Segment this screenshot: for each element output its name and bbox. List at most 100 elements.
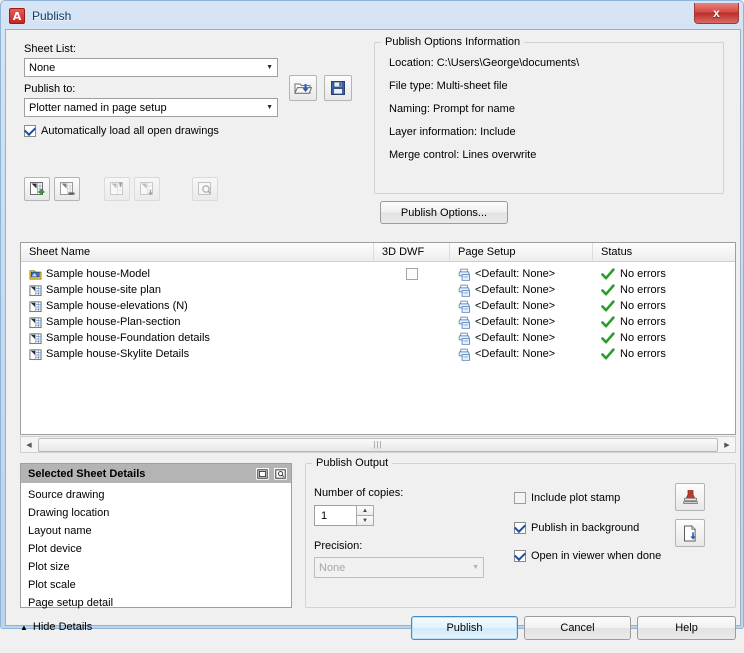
open-in-viewer-checkbox[interactable]: Open in viewer when done xyxy=(514,550,661,562)
sheet-list-table[interactable]: Sheet Name 3D DWF Page Setup Status Samp… xyxy=(20,242,736,435)
column-header-sheet-name[interactable]: Sheet Name xyxy=(21,243,374,261)
sheet-list-combo[interactable]: None ▼ xyxy=(24,58,278,77)
column-header-status[interactable]: Status xyxy=(593,243,735,261)
move-sheet-up-button[interactable] xyxy=(104,177,130,201)
status-text: No errors xyxy=(620,316,666,328)
autocad-logo-icon: A xyxy=(9,8,25,24)
publish-to-combo[interactable]: Plotter named in page setup ▼ xyxy=(24,98,278,117)
sheet-name-cell: Sample house-elevations (N) xyxy=(21,300,374,313)
layout-tab-icon xyxy=(29,348,42,360)
precision-combo[interactable]: None ▼ xyxy=(314,557,484,578)
publish-to-file-button[interactable] xyxy=(675,519,705,547)
status-ok-icon xyxy=(601,347,615,359)
page-setup-cell[interactable]: <Default: None> xyxy=(450,348,593,361)
stepper-down-button[interactable]: ▼ xyxy=(356,515,374,526)
publish-options-button[interactable]: Publish Options... xyxy=(380,201,508,224)
sheet-list-label: Sheet List: xyxy=(24,43,76,55)
page-setup-printer-icon xyxy=(458,300,470,313)
add-sheets-button[interactable] xyxy=(24,177,50,201)
selected-sheet-details-rows: Source drawing Drawing location Layout nam… xyxy=(21,483,291,612)
scroll-right-button[interactable]: ▶ xyxy=(719,437,735,452)
save-sheet-list-button[interactable] xyxy=(324,75,352,101)
page-setup-printer-icon xyxy=(458,284,470,297)
open-in-viewer-label: Open in viewer when done xyxy=(531,550,662,562)
details-preview-button[interactable] xyxy=(273,466,288,481)
page-setup-cell[interactable]: <Default: None> xyxy=(450,300,593,313)
precision-value: None xyxy=(319,561,346,574)
move-sheet-down-button[interactable] xyxy=(134,177,160,201)
close-button[interactable]: x xyxy=(694,3,739,24)
detail-row: Source drawing xyxy=(28,489,105,501)
preview-button[interactable] xyxy=(192,177,218,201)
table-row[interactable]: Sample house-site plan <Default: None> N… xyxy=(21,282,735,298)
selected-sheet-details-header: Selected Sheet Details xyxy=(21,464,291,483)
remove-sheets-button[interactable] xyxy=(54,177,80,201)
publish-to-label: Publish to: xyxy=(24,83,76,95)
page-setup-printer-icon xyxy=(458,268,470,281)
page-setup-cell[interactable]: <Default: None> xyxy=(450,284,593,297)
number-of-copies-value: 1 xyxy=(321,509,328,522)
load-sheet-list-button[interactable] xyxy=(289,75,317,101)
number-of-copies-stepper[interactable]: ▲ ▼ xyxy=(356,505,374,526)
checkbox-mark-icon xyxy=(24,125,36,137)
hide-details-toggle[interactable]: ▲ Hide Details xyxy=(20,621,92,633)
scroll-left-button[interactable]: ◀ xyxy=(21,437,37,452)
page-setup-text: <Default: None> xyxy=(475,332,556,344)
move-up-icon xyxy=(109,181,123,195)
publish-button[interactable]: Publish xyxy=(411,616,518,640)
page-setup-cell[interactable]: <Default: None> xyxy=(450,268,593,281)
plot-stamp-settings-button[interactable] xyxy=(675,483,705,511)
info-location: Location: C:\Users\George\documents\ xyxy=(389,57,580,69)
sheet-name-cell: Sample house-Skylite Details xyxy=(21,348,374,361)
publish-in-background-checkbox[interactable]: Publish in background xyxy=(514,522,639,534)
publish-dialog-window: A Publish x Sheet List: None ▼ Publish t… xyxy=(0,0,744,640)
checkbox-mark-icon xyxy=(514,522,526,534)
status-cell: No errors xyxy=(593,347,735,361)
page-setup-text: <Default: None> xyxy=(475,316,556,328)
include-plot-stamp-checkbox[interactable]: Include plot stamp xyxy=(514,492,620,504)
table-row[interactable]: Sample house-Model <Default: None> No er… xyxy=(21,266,735,282)
status-cell: No errors xyxy=(593,331,735,345)
selected-sheet-details-panel: Selected Sheet Details Source drawing Dra… xyxy=(20,463,292,609)
status-text: No errors xyxy=(620,332,666,344)
status-ok-icon xyxy=(601,299,615,311)
details-expand-button[interactable] xyxy=(255,466,270,481)
status-ok-icon xyxy=(601,315,615,327)
table-row[interactable]: Sample house-Plan-section <Default: None… xyxy=(21,314,735,330)
stepper-up-button[interactable]: ▲ xyxy=(356,505,374,515)
layout-tab-icon xyxy=(29,316,42,328)
column-header-3d-dwf[interactable]: 3D DWF xyxy=(374,243,450,261)
sheet-name-text: Sample house-Skylite Details xyxy=(46,348,190,360)
scrollbar-thumb[interactable]: ||| xyxy=(38,437,718,452)
page-setup-printer-icon xyxy=(458,348,470,361)
page-setup-printer-icon xyxy=(458,316,470,329)
sheet-table-body: Sample house-Model <Default: None> No er… xyxy=(21,262,735,362)
3d-dwf-checkbox[interactable] xyxy=(406,268,418,280)
table-row[interactable]: Sample house-elevations (N) <Default: No… xyxy=(21,298,735,314)
triangle-up-icon: ▲ xyxy=(20,622,28,632)
cancel-button[interactable]: Cancel xyxy=(524,616,631,640)
auto-load-drawings-checkbox[interactable]: Automatically load all open drawings xyxy=(24,125,219,137)
page-setup-cell[interactable]: <Default: None> xyxy=(450,316,593,329)
checkbox-mark-icon xyxy=(514,550,526,562)
open-folder-icon xyxy=(294,83,312,94)
page-setup-text: <Default: None> xyxy=(475,300,556,312)
page-setup-cell[interactable]: <Default: None> xyxy=(450,332,593,345)
status-cell: No errors xyxy=(593,315,735,329)
publish-options-info-lines: Location: C:\Users\George\documents\ Fil… xyxy=(375,43,723,172)
detail-row: Plot scale xyxy=(28,579,76,591)
sheet-table-header: Sheet Name 3D DWF Page Setup Status xyxy=(21,243,735,262)
help-button[interactable]: Help xyxy=(637,616,736,640)
status-ok-icon xyxy=(601,331,615,343)
sheet-list-value: None xyxy=(29,61,56,74)
floppy-disk-save-icon xyxy=(331,81,345,95)
status-cell: No errors xyxy=(593,299,735,313)
table-row[interactable]: Sample house-Foundation details <Default… xyxy=(21,330,735,346)
status-text: No errors xyxy=(620,348,666,360)
publish-in-background-label: Publish in background xyxy=(531,522,640,534)
column-header-page-setup[interactable]: Page Setup xyxy=(450,243,593,261)
layout-tab-icon xyxy=(29,332,42,344)
table-row[interactable]: Sample house-Skylite Details <Default: N… xyxy=(21,346,735,362)
sheet-list-horizontal-scrollbar[interactable]: ◀ ||| ▶ xyxy=(20,436,736,453)
dialog-footer: ▲ Hide Details Publish Cancel Help xyxy=(6,613,740,653)
